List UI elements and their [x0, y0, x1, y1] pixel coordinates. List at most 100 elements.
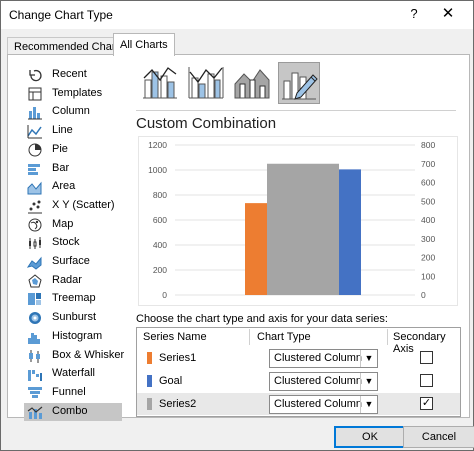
sidebar-item-sunburst[interactable]: Sunburst: [24, 309, 122, 327]
bar-series1: [245, 203, 267, 295]
header-divider: [387, 329, 388, 345]
y-right-tick-label: 600: [421, 178, 435, 188]
chart-type-dropdown[interactable]: Clustered Column ▼: [269, 395, 378, 414]
series-instructions: Choose the chart type and axis for your …: [136, 313, 388, 325]
sidebar-item-label: Map: [52, 217, 74, 230]
subtype-stacked-area-clustered-column[interactable]: [232, 62, 272, 102]
sidebar-item-histogram[interactable]: Histogram: [24, 328, 122, 346]
sidebar-item-label: Bar: [52, 161, 70, 174]
y-right-tick-label: 200: [421, 253, 435, 263]
combo-chart: 0 200 400 600 800 1000 1200 0 100 200 300 400 500 600…: [148, 140, 435, 300]
subtype-clustered-column-line[interactable]: [140, 62, 180, 102]
sidebar-item-label: Treemap: [52, 292, 96, 305]
y-left-tick-label: 200: [153, 265, 167, 275]
table-row: Series2 Clustered Column ▼ ✓: [137, 393, 460, 415]
chart-type-value: Clustered Column: [274, 375, 363, 387]
secondary-axis-checkbox[interactable]: [420, 374, 433, 387]
sidebar-item-map[interactable]: Map: [24, 216, 122, 234]
close-button[interactable]: ✕: [437, 5, 459, 23]
sidebar-item-recent[interactable]: Recent: [24, 66, 122, 84]
map-chart-icon: [27, 218, 43, 232]
series-color-swatch: [147, 375, 152, 387]
sidebar-item-label: Column: [52, 105, 90, 118]
y-left-tick-label: 1200: [148, 140, 167, 150]
sidebar-item-x-y-scatter[interactable]: X Y (Scatter): [24, 197, 122, 215]
sidebar-item-label: Stock: [52, 236, 80, 249]
sidebar-item-area[interactable]: Area: [24, 178, 122, 196]
secondary-axis-checkbox[interactable]: [420, 351, 433, 364]
sidebar-item-stock[interactable]: Stock: [24, 234, 122, 252]
sidebar-item-radar[interactable]: Radar: [24, 272, 122, 290]
series-table: Series Name Chart Type Secondary Axis Se…: [136, 327, 461, 417]
subtype-custom-combination[interactable]: [278, 62, 320, 104]
table-row: Series1 Clustered Column ▼: [137, 347, 460, 369]
funnel-chart-icon: [27, 386, 43, 400]
sidebar-item-box-whisker[interactable]: Box & Whisker: [24, 347, 125, 365]
sidebar-item-label: Funnel: [52, 385, 86, 398]
cancel-button[interactable]: Cancel: [403, 426, 474, 448]
sidebar-item-bar[interactable]: Bar: [24, 160, 122, 178]
section-divider: [136, 110, 456, 111]
sunburst-chart-icon: [27, 311, 43, 325]
chart-type-dropdown[interactable]: Clustered Column ▼: [269, 349, 378, 368]
sidebar-item-treemap[interactable]: Treemap: [24, 290, 122, 308]
help-button[interactable]: ?: [405, 5, 423, 23]
sidebar-item-combo[interactable]: Combo: [24, 402, 122, 421]
clustered-column-line-secondary-axis-icon: [188, 67, 224, 99]
subtype-clustered-column-line-secondary[interactable]: [186, 62, 226, 102]
y-left-tick-label: 600: [153, 215, 167, 225]
box-whisker-chart-icon: [27, 349, 43, 363]
chart-subtype-gallery: [136, 62, 336, 104]
chart-preview: 0 200 400 600 800 1000 1200 0 100 200 300 400 500 600…: [138, 136, 458, 306]
dialog-title: Change Chart Type: [9, 8, 113, 22]
table-row: Goal Clustered Column ▼: [137, 370, 460, 392]
sidebar-item-surface[interactable]: Surface: [24, 253, 122, 271]
chart-type-dropdown[interactable]: Clustered Column ▼: [269, 372, 378, 391]
templates-icon: [27, 87, 43, 101]
secondary-axis-checkbox[interactable]: ✓: [420, 397, 433, 410]
header-divider: [249, 329, 250, 345]
y-right-tick-label: 100: [421, 271, 435, 281]
sidebar-item-pie[interactable]: Pie: [24, 141, 122, 159]
waterfall-chart-icon: [27, 367, 43, 382]
column-chart-icon: [27, 105, 43, 120]
chart-type-value: Clustered Column: [274, 352, 363, 364]
chevron-down-icon[interactable]: ▼: [360, 373, 377, 390]
ok-button[interactable]: OK: [334, 426, 406, 448]
chevron-down-icon[interactable]: ▼: [360, 396, 377, 413]
sidebar-item-templates[interactable]: Templates: [24, 85, 122, 103]
scatter-chart-icon: [27, 199, 43, 214]
series-name: Goal: [159, 375, 183, 387]
bar-goal: [339, 169, 361, 295]
chart-type-list: Recent Templates Column Line Pie Bar Area X Y (…: [18, 63, 128, 421]
change-chart-type-dialog: Change Chart Type ? ✕ Recommended Charts…: [0, 0, 474, 451]
y-right-tick-label: 800: [421, 140, 435, 150]
sidebar-item-label: Histogram: [52, 329, 103, 342]
all-charts-panel: Recent Templates Column Line Pie Bar Area X Y (…: [7, 54, 470, 421]
radar-chart-icon: [27, 274, 43, 288]
sidebar-item-label: X Y (Scatter): [52, 198, 115, 211]
sidebar-item-label: Waterfall: [52, 367, 95, 380]
sidebar-item-label: Box & Whisker: [52, 348, 125, 361]
tab-all-charts[interactable]: All Charts: [113, 33, 175, 56]
series-color-swatch: [147, 398, 152, 410]
sidebar-item-waterfall[interactable]: Waterfall: [24, 365, 122, 383]
bar-series2: [267, 163, 339, 295]
sidebar-item-label: Combo: [52, 404, 88, 417]
area-chart-icon: [27, 180, 43, 195]
treemap-chart-icon: [27, 292, 43, 306]
chevron-down-icon[interactable]: ▼: [360, 350, 377, 367]
y-right-tick-label: 700: [421, 159, 435, 169]
sidebar-item-column[interactable]: Column: [24, 103, 122, 121]
sidebar-item-funnel[interactable]: Funnel: [24, 384, 122, 402]
y-left-tick-label: 1000: [148, 165, 167, 175]
sidebar-item-line[interactable]: Line: [24, 122, 122, 140]
series-name: Series1: [159, 352, 197, 364]
stock-chart-icon: [27, 236, 43, 250]
custom-combination-icon: [282, 72, 318, 100]
sidebar-item-label: Radar: [52, 273, 82, 286]
sidebar-item-label: Templates: [52, 86, 103, 99]
sidebar-item-label: Surface: [52, 255, 90, 267]
bar-chart-icon: [27, 162, 43, 176]
sidebar-item-label: Sunburst: [52, 311, 97, 324]
